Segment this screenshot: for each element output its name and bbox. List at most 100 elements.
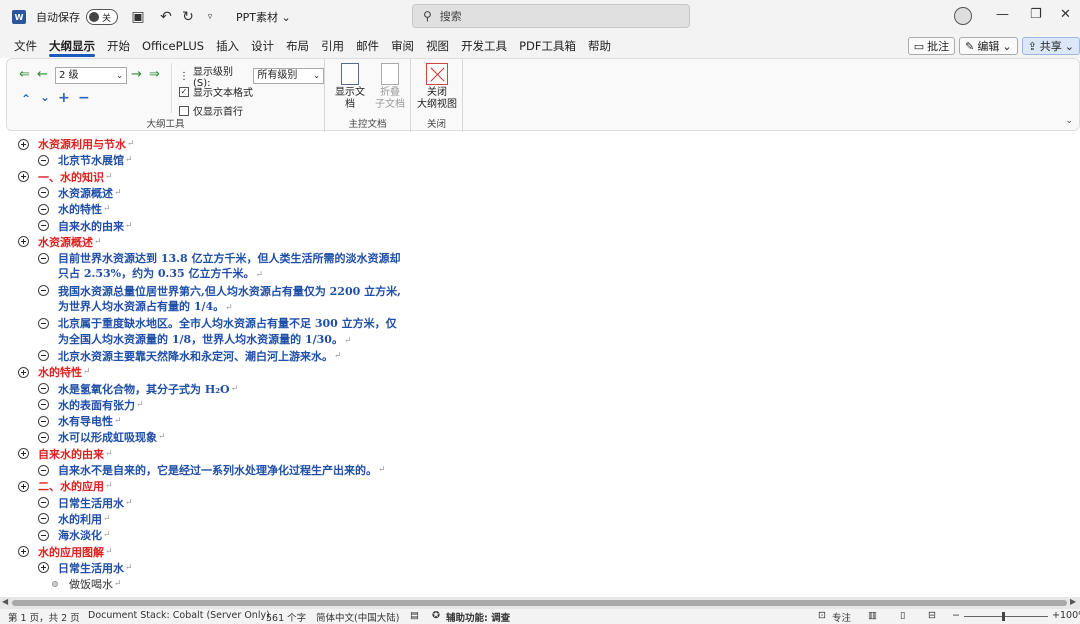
customize-qat-icon[interactable]: ▿ [202, 12, 218, 22]
tab-13[interactable]: 帮助 [582, 34, 617, 58]
page-count[interactable]: 第 1 页，共 2 页 [8, 610, 80, 624]
outline-item[interactable]: 水资源概述 ↵ [38, 185, 122, 201]
tab-7[interactable]: 引用 [315, 34, 350, 58]
outline-item[interactable]: 一、水的知识 ↵ [18, 169, 113, 185]
outline-item[interactable]: 水可以形成虹吸现象 ↵ [38, 429, 166, 445]
outline-item[interactable]: 水的应用图解 ↵ [18, 544, 113, 560]
outline-item[interactable]: 水有导电性 ↵ [38, 413, 122, 429]
outline-item[interactable]: 自来水的由来 ↵ [38, 218, 133, 234]
collapse-heading-icon[interactable] [38, 252, 49, 264]
outline-item[interactable]: 水的利用 ↵ [38, 511, 111, 527]
print-layout-icon[interactable]: ▯ [900, 610, 905, 621]
text-predictions-icon[interactable]: ▤ [410, 610, 419, 621]
focus-mode[interactable]: 专注 [832, 610, 851, 624]
minimize-icon[interactable]: — [996, 7, 1009, 22]
autosave-toggle[interactable]: 关 [86, 9, 118, 25]
tab-1[interactable]: 大纲显示 [43, 34, 101, 58]
collapse-ribbon-icon[interactable]: ⌄ [1065, 116, 1073, 126]
expand-heading-icon[interactable] [18, 480, 29, 492]
redo-icon[interactable]: ↻ [180, 9, 196, 25]
collapse-heading-icon[interactable] [38, 497, 49, 509]
zoom-in-icon[interactable]: + [1052, 610, 1060, 621]
tab-9[interactable]: 审阅 [385, 34, 420, 58]
accessibility-status[interactable]: 辅助功能: 调查 [446, 610, 510, 624]
collapse-heading-icon[interactable] [38, 203, 49, 215]
outline-item[interactable]: 水是氢氧化合物，其分子式为 H₂O ↵ [38, 381, 238, 397]
collapse-heading-icon[interactable] [38, 285, 49, 297]
language[interactable]: 简体中文(中国大陆) [316, 610, 399, 624]
outline-item[interactable]: 自来水的由来 ↵ [18, 446, 113, 462]
collapse-heading-icon[interactable] [38, 464, 49, 476]
expand-heading-icon[interactable] [18, 366, 29, 378]
tab-8[interactable]: 邮件 [350, 34, 385, 58]
save-icon[interactable]: ▣ [130, 9, 146, 25]
document-title[interactable]: PPT素材 ⌄ [236, 9, 291, 25]
outline-item[interactable]: 水的特性 ↵ [18, 364, 91, 380]
tab-2[interactable]: 开始 [101, 34, 136, 58]
outline-item[interactable]: 北京属于重度缺水地区。全市人均水资源占有量不足 300 立方米，仅 [38, 315, 397, 331]
scrollbar-thumb[interactable] [12, 600, 1067, 606]
outline-item[interactable]: 自来水不是自来的，它是经过一系列水处理净化过程生产出来的。 ↵ [38, 462, 386, 478]
tab-4[interactable]: 插入 [210, 34, 245, 58]
close-outline-view-button[interactable]: 关闭 大纲视图 [417, 63, 457, 111]
collapse-heading-icon[interactable] [38, 350, 49, 362]
collapse-heading-icon[interactable] [38, 513, 49, 525]
tab-6[interactable]: 布局 [280, 34, 315, 58]
tab-5[interactable]: 设计 [245, 34, 280, 58]
move-up-icon[interactable]: ⌃ [21, 92, 31, 106]
outline-item[interactable]: 做饭喝水 ↵ [50, 576, 122, 592]
tab-10[interactable]: 视图 [420, 34, 455, 58]
outline-item[interactable]: 水资源利用与节水 ↵ [18, 136, 135, 152]
word-count[interactable]: 561 个字 [266, 610, 306, 624]
move-down-icon[interactable]: ⌄ [40, 90, 50, 104]
undo-icon[interactable]: ↶ [158, 9, 174, 25]
edit-button[interactable]: ✎ 编辑 ⌄ [959, 37, 1018, 55]
outline-item[interactable]: 海水淡化 ↵ [38, 527, 111, 543]
avatar[interactable] [954, 7, 972, 25]
promote-icon[interactable]: ← [37, 67, 48, 82]
outline-level-select[interactable]: 2 级 ⌄ [55, 67, 127, 84]
collapse-heading-icon[interactable] [38, 431, 49, 443]
zoom-out-icon[interactable]: − [952, 610, 960, 621]
web-layout-icon[interactable]: ⊟ [928, 610, 936, 621]
show-level-select[interactable]: 所有级别 ⌄ [253, 68, 324, 84]
outline-item[interactable]: 水的表面有张力 ↵ [38, 397, 144, 413]
expand-heading-icon[interactable] [18, 138, 29, 150]
show-format-row[interactable]: ✓ 显示文本格式 [179, 84, 253, 99]
close-window-icon[interactable]: ✕ [1060, 7, 1071, 22]
collapse-heading-icon[interactable] [38, 399, 49, 411]
tab-11[interactable]: 开发工具 [455, 34, 513, 58]
outline-item[interactable]: 我国水资源总量位居世界第六,但人均水资源占有量仅为 2200 立方米, [38, 283, 401, 299]
outline-item[interactable]: 北京水资源主要靠天然降水和永定河、潮白河上游来水。 ↵ [38, 348, 342, 364]
outline-item[interactable]: 水的特性 ↵ [38, 201, 111, 217]
outline-item[interactable]: 北京节水展馆 ↵ [38, 152, 133, 168]
expand-heading-icon[interactable] [18, 236, 29, 248]
expand-heading-icon[interactable] [18, 448, 29, 460]
scroll-right-icon[interactable]: ▶ [1070, 597, 1076, 606]
outline-item[interactable]: 日常生活用水 ↵ [38, 560, 133, 576]
expand-heading-icon[interactable] [38, 562, 49, 574]
horizontal-scrollbar[interactable]: ◀ ▶ [0, 597, 1080, 609]
collapse-heading-icon[interactable] [38, 220, 49, 231]
collapse-heading-icon[interactable] [38, 317, 49, 329]
scroll-left-icon[interactable]: ◀ [2, 597, 8, 606]
comment-button[interactable]: ▭ 批注 [907, 37, 956, 55]
body-text-bullet-icon[interactable] [52, 581, 58, 588]
outline-item[interactable]: 水资源概述 ↵ [18, 234, 102, 250]
outline-item[interactable]: 目前世界水资源达到 13.8 亿立方千米，但人类生活所需的淡水资源却 [38, 250, 400, 266]
demote-to-body-icon[interactable]: ⇒ [149, 67, 160, 82]
expand-icon[interactable]: + [58, 90, 70, 106]
search-box[interactable]: ⚲ 搜索 [412, 4, 690, 28]
read-mode-icon[interactable]: ▥ [868, 610, 877, 621]
promote-to-heading-icon[interactable]: ⇐ [19, 67, 30, 82]
first-line-checkbox[interactable] [179, 105, 189, 116]
collapse-subdocuments-button[interactable]: 折叠 子文档 [375, 63, 405, 111]
collapse-heading-icon[interactable] [38, 529, 49, 541]
show-format-checkbox[interactable]: ✓ [179, 86, 189, 97]
zoom-slider-knob[interactable] [1002, 612, 1005, 621]
show-document-button[interactable]: 显示文档 [333, 63, 367, 111]
outline-item[interactable]: 日常生活用水 ↵ [38, 495, 133, 511]
collapse-heading-icon[interactable] [38, 154, 49, 166]
expand-heading-icon[interactable] [18, 546, 29, 557]
collapse-heading-icon[interactable] [38, 383, 49, 394]
